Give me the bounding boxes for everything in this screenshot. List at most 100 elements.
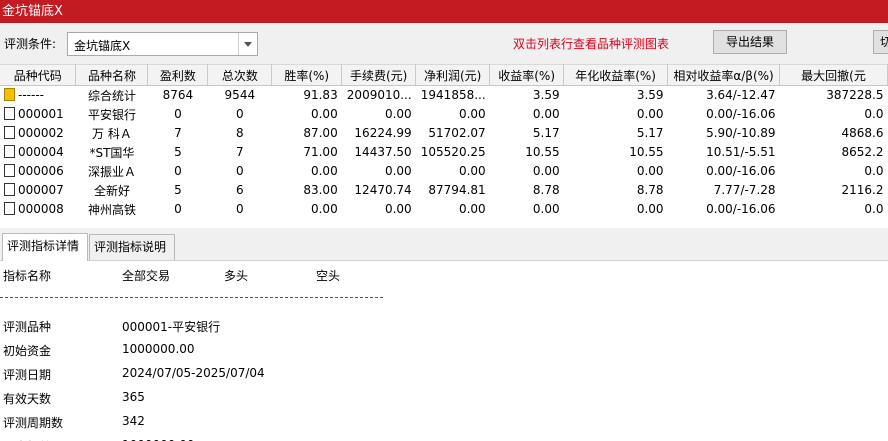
- row-win-rate: 0.00: [272, 162, 342, 181]
- row-max-drawdown-text: 2116.2: [841, 183, 884, 197]
- table-row[interactable]: 000004 *ST国华 5 7 71.00 14437.50 105520.25 10.55…: [0, 143, 888, 162]
- row-relative-return: 5.90/-10.89: [668, 124, 780, 143]
- cut-button[interactable]: 切: [873, 30, 888, 54]
- row-fee-text: 0.00: [384, 107, 412, 121]
- table-row[interactable]: 000007 全新好 5 6 83.00 12470.74 87794.81 8.78 8.78…: [0, 181, 888, 200]
- row-win-rate-text: 91.83: [303, 88, 338, 103]
- condition-label: 评测条件:: [4, 37, 57, 51]
- detail-tabs: 评测指标详情 评测指标说明: [0, 228, 888, 261]
- row-net-profit: 0.00: [416, 162, 490, 181]
- row-name: 全新好: [76, 181, 148, 200]
- row-max-drawdown-text: 4868.6: [841, 126, 884, 140]
- row-profit-count: 0: [148, 162, 208, 181]
- row-name-text: 万 科Ａ: [92, 126, 132, 141]
- row-max-drawdown-text: 0.0: [864, 107, 884, 121]
- row-relative-return-text: 0.00/-16.06: [706, 107, 776, 121]
- row-annual-return: 0.00: [564, 105, 668, 124]
- row-fee-text: 14437.50: [354, 145, 412, 159]
- folder-summary-icon: [4, 88, 15, 102]
- row-total-count: 0: [208, 162, 272, 181]
- row-profit-count: 0: [148, 200, 208, 219]
- detail-value: 000001-平安银行: [122, 320, 221, 334]
- row-net-profit: 0.00: [416, 105, 490, 124]
- row-annual-return-text: 3.59: [636, 88, 664, 103]
- row-relative-return-text: 10.51/-5.51: [706, 145, 776, 159]
- row-name: 综合统计: [76, 86, 148, 105]
- row-profit-count-text: 5: [174, 183, 182, 197]
- table-row[interactable]: 000002 万 科Ａ 7 8 87.00 16224.99 51702.07 5.17 5.1…: [0, 124, 888, 143]
- col-header-total-count[interactable]: 总次数: [207, 64, 273, 86]
- detail-value: 2024/07/05-2025/07/04: [122, 366, 265, 380]
- row-fee-text: 2009010...: [346, 88, 412, 103]
- table-row[interactable]: ------ 综合统计 8764 9544 91.83 2009010... 1941858…: [0, 86, 888, 105]
- row-max-drawdown: 387228.5: [780, 86, 888, 105]
- detail-label: 有效天数: [3, 392, 52, 406]
- row-fee: 0.00: [342, 105, 416, 124]
- chevron-down-icon[interactable]: [238, 33, 257, 55]
- row-name-text: 全新好: [93, 183, 130, 198]
- table-row[interactable]: 000001 平安银行 0 0 0.00 0.00 0.00 0.00 0.00 0.00/-16…: [0, 105, 888, 124]
- row-annual-return-text: 5.17: [636, 126, 664, 140]
- row-net-profit-text: 0.00: [458, 107, 486, 121]
- col-header-fee[interactable]: 手续费(元): [341, 64, 417, 86]
- row-relative-return-text: 7.77/-7.28: [713, 183, 776, 197]
- row-name: 万 科Ａ: [76, 124, 148, 143]
- row-win-rate-text: 83.00: [303, 183, 338, 197]
- row-profit-count: 5: [148, 143, 208, 162]
- condition-select-value: 金坑锚底X: [74, 39, 131, 53]
- row-max-drawdown-text: 0.0: [864, 164, 884, 178]
- document-icon: [4, 202, 15, 215]
- col-header-name[interactable]: 品种名称: [75, 64, 149, 86]
- row-return: 5.17: [490, 124, 564, 143]
- condition-select[interactable]: 金坑锚底X: [67, 32, 258, 56]
- row-net-profit: 87794.81: [416, 181, 490, 200]
- row-net-profit: 1941858...: [416, 86, 490, 105]
- row-win-rate: 71.00: [272, 143, 342, 162]
- header-all-trades: 全部交易: [122, 269, 171, 283]
- row-code: 000001: [0, 105, 76, 124]
- row-total-count: 6: [208, 181, 272, 200]
- row-win-rate: 87.00: [272, 124, 342, 143]
- col-header-relative-return[interactable]: 相对收益率α/β(%): [667, 64, 781, 86]
- detail-label: 评测品种: [3, 320, 52, 334]
- row-name: *ST国华: [76, 143, 148, 162]
- row-total-count-text: 9544: [224, 88, 256, 103]
- row-max-drawdown-text: 0.0: [864, 202, 884, 216]
- export-button[interactable]: 导出结果: [713, 30, 787, 54]
- row-annual-return-text: 10.55: [629, 145, 664, 159]
- row-total-count: 8: [208, 124, 272, 143]
- col-header-profit-count[interactable]: 盈利数: [147, 64, 209, 86]
- col-header-max-drawdown[interactable]: 最大回撤(元: [779, 64, 888, 86]
- row-name-text: 深振业Ａ: [87, 164, 136, 179]
- row-name: 神州高铁: [76, 200, 148, 219]
- table-row[interactable]: 000006 深振业Ａ 0 0 0.00 0.00 0.00 0.00 0.00 0.00/-16…: [0, 162, 888, 181]
- col-header-return[interactable]: 收益率(%): [489, 64, 565, 86]
- col-header-annual-return[interactable]: 年化收益率(%): [563, 64, 669, 86]
- row-profit-count-text: 0: [174, 107, 182, 121]
- row-total-count-text: 0: [236, 202, 244, 216]
- row-code: ------: [0, 86, 76, 105]
- row-profit-count-text: 5: [174, 145, 182, 159]
- row-return-text: 8.78: [532, 183, 560, 197]
- row-code-text: ------: [18, 88, 44, 103]
- row-return: 10.55: [490, 143, 564, 162]
- col-header-net-profit[interactable]: 净利润(元): [415, 64, 491, 86]
- row-max-drawdown: 0.0: [780, 200, 888, 219]
- col-header-code[interactable]: 品种代码: [0, 64, 77, 86]
- row-net-profit-text: 87794.81: [428, 183, 486, 197]
- tab-metric-description[interactable]: 评测指标说明: [89, 234, 175, 260]
- row-relative-return-text: 0.00/-16.06: [706, 164, 776, 178]
- document-icon: [4, 145, 15, 158]
- row-total-count: 7: [208, 143, 272, 162]
- row-annual-return: 10.55: [564, 143, 668, 162]
- col-header-win-rate[interactable]: 胜率(%): [271, 64, 343, 86]
- row-max-drawdown: 4868.6: [780, 124, 888, 143]
- table-row[interactable]: 000008 神州高铁 0 0 0.00 0.00 0.00 0.00 0.00 0.00/-16…: [0, 200, 888, 219]
- row-name-text: 综合统计: [87, 88, 136, 103]
- row-name-text: 神州高铁: [87, 202, 136, 217]
- tab-metric-details[interactable]: 评测指标详情: [2, 233, 88, 261]
- row-code: 000006: [0, 162, 76, 181]
- row-code-text: 000006: [18, 164, 64, 178]
- row-fee-text: 0.00: [384, 202, 412, 216]
- row-code-text: 000001: [18, 107, 64, 121]
